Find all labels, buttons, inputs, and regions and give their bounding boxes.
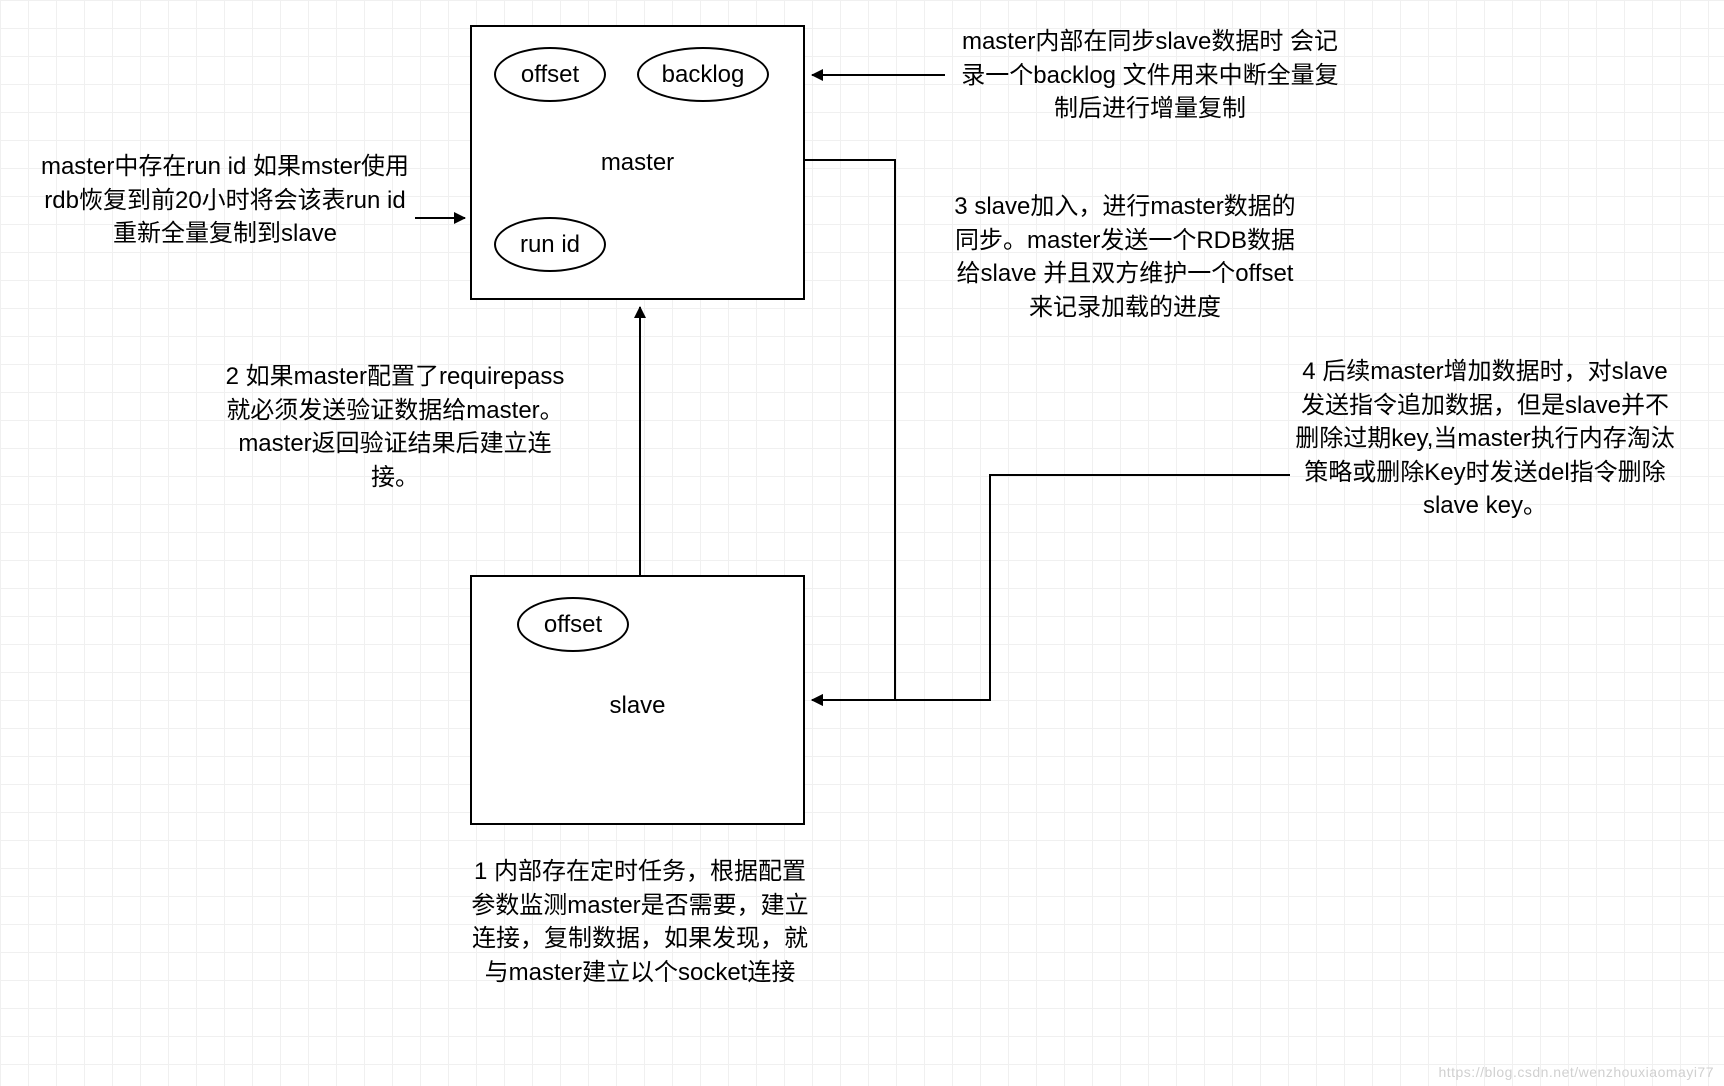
- master-offset-ellipse: offset: [494, 47, 606, 102]
- slave-title: slave: [472, 692, 803, 720]
- master-offset-label: offset: [521, 61, 579, 89]
- annotation-step2: 2 如果master配置了requirepass 就必须发送验证数据给maste…: [215, 360, 575, 494]
- slave-offset-label: offset: [544, 611, 602, 639]
- annotation-step4: 4 后续master增加数据时，对slave发送指令追加数据，但是slave并不…: [1295, 355, 1675, 523]
- annotation-runid: master中存在run id 如果mster使用rdb恢复到前20小时将会该表…: [40, 150, 410, 251]
- master-backlog-label: backlog: [662, 61, 745, 89]
- watermark: https://blog.csdn.net/wenzhouxiaomayi77: [1438, 1064, 1714, 1080]
- slave-offset-ellipse: offset: [517, 597, 629, 652]
- annotation-backlog: master内部在同步slave数据时 会记录一个backlog 文件用来中断全…: [950, 25, 1350, 126]
- master-box: offset backlog master run id: [470, 25, 805, 300]
- master-title: master: [472, 149, 803, 177]
- annotation-step1: 1 内部存在定时任务，根据配置参数监测master是否需要，建立连接，复制数据，…: [465, 855, 815, 989]
- annotation-step3: 3 slave加入，进行master数据的同步。master发送一个RDB数据给…: [950, 190, 1300, 324]
- master-runid-ellipse: run id: [494, 217, 606, 272]
- slave-box: offset slave: [470, 575, 805, 825]
- master-runid-label: run id: [520, 231, 580, 259]
- master-backlog-ellipse: backlog: [637, 47, 769, 102]
